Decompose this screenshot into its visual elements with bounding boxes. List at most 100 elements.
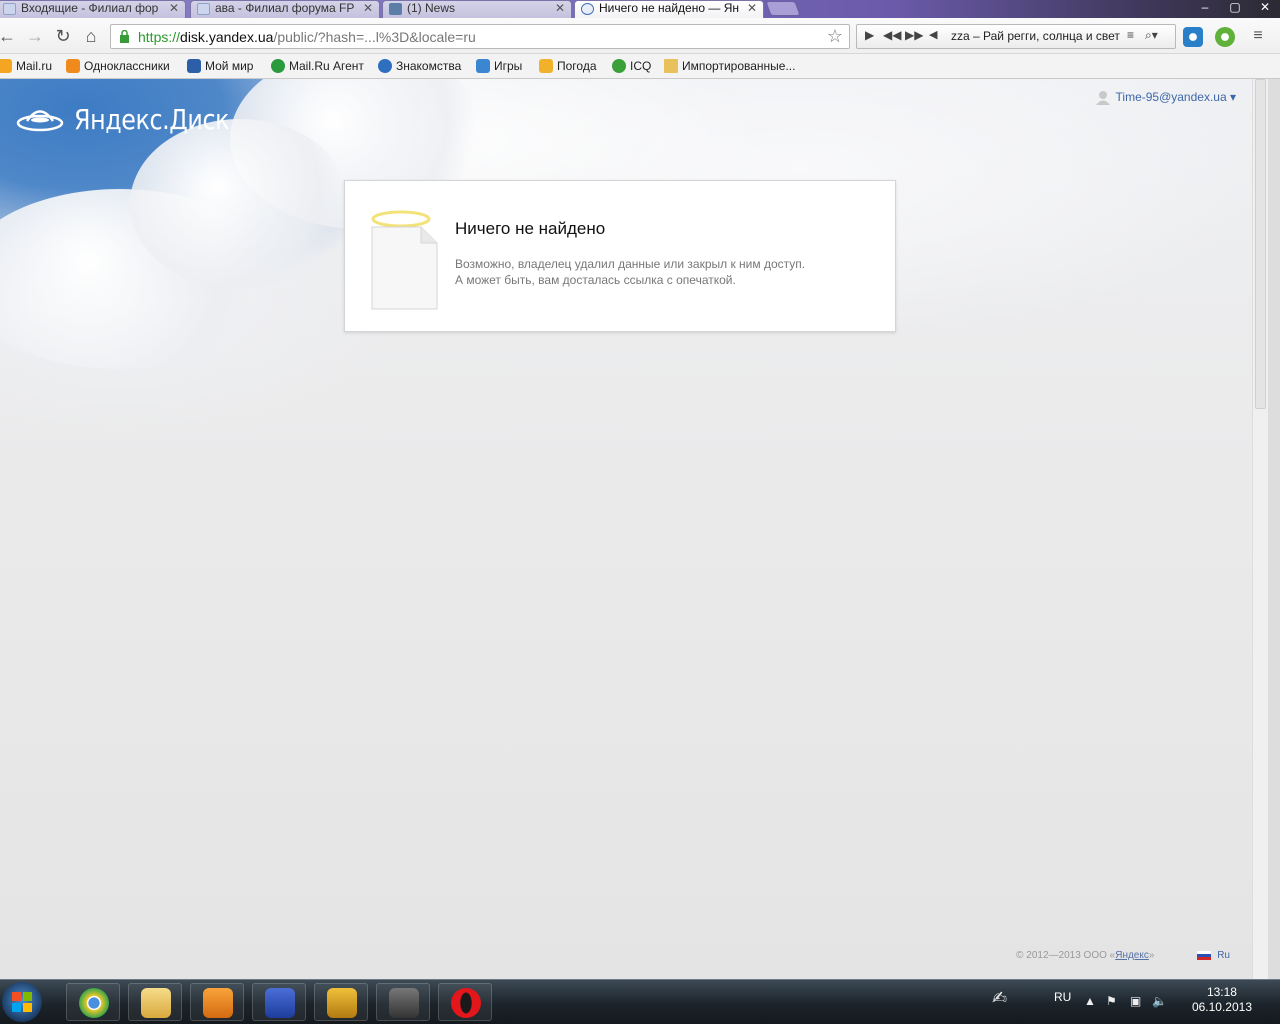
bookmark-igry[interactable]: Игры bbox=[476, 57, 522, 75]
windows-logo-icon bbox=[12, 992, 32, 1012]
bookmark-icq[interactable]: ICQ bbox=[612, 57, 651, 75]
action-center-flag-icon[interactable]: ⚑ bbox=[1106, 994, 1117, 1008]
chrome-menu-icon[interactable]: ≡ bbox=[1247, 26, 1269, 48]
mailru-icon bbox=[0, 59, 12, 73]
forum-favicon-icon bbox=[197, 3, 210, 15]
playlist-menu-icon[interactable]: ≡ bbox=[1127, 28, 1134, 42]
system-tray: ✍ RU ▲ ⚑ ▣ 🔈 13:18 06.10.2013 bbox=[980, 980, 1280, 1024]
maximize-icon[interactable]: ▢ bbox=[1220, 0, 1250, 18]
message-line: А может быть, вам досталась ссылка с опе… bbox=[455, 273, 736, 287]
bookmark-star-icon[interactable]: ☆ bbox=[827, 26, 843, 47]
user-avatar-icon bbox=[1095, 91, 1110, 105]
bookmark-znakomstva[interactable]: Знакомства bbox=[378, 57, 461, 75]
taskbar-winamp[interactable] bbox=[314, 983, 368, 1021]
chrome-icon bbox=[79, 988, 109, 1018]
not-found-card: Ничего не найдено Возможно, владелец уда… bbox=[344, 180, 896, 332]
floppy-disk-icon bbox=[265, 988, 295, 1018]
taskbar-opera[interactable] bbox=[438, 983, 492, 1021]
browser-toolbar: ← → ↻ ⌂ https://disk.yandex.ua/public/?h… bbox=[0, 18, 1280, 54]
lightning-icon bbox=[327, 988, 357, 1018]
address-bar[interactable]: https://disk.yandex.ua/public/?hash=...l… bbox=[110, 24, 850, 49]
music-player-widget: ▶ ◀◀ ▶▶ ◀ zza – Рай регги, солнца и свет… bbox=[856, 24, 1176, 49]
tab-close-icon[interactable]: ✕ bbox=[747, 1, 757, 16]
yandex-disk-logo[interactable]: Яндекс.Диск bbox=[16, 99, 256, 139]
url-text: https://disk.yandex.ua/public/?hash=...l… bbox=[138, 29, 476, 45]
bookmark-folder-imported[interactable]: Импортированные... bbox=[664, 57, 795, 75]
taskbar-chrome[interactable] bbox=[66, 983, 120, 1021]
tab-close-icon[interactable]: ✕ bbox=[363, 1, 373, 16]
tab-forum[interactable]: ава - Филиал форума FP ✕ bbox=[190, 0, 380, 18]
user-email: Time-95@yandex.ua ▾ bbox=[1115, 90, 1236, 104]
at-icon bbox=[378, 59, 392, 73]
taskbar-clock[interactable]: 13:18 06.10.2013 bbox=[1192, 985, 1252, 1015]
taskbar-media-player[interactable] bbox=[190, 983, 244, 1021]
new-tab-button[interactable] bbox=[765, 1, 801, 16]
weather-icon bbox=[539, 59, 553, 73]
extension-icon[interactable] bbox=[1215, 27, 1235, 47]
scrollbar-thumb[interactable] bbox=[1255, 79, 1266, 409]
minimize-icon[interactable]: – bbox=[1190, 0, 1220, 18]
bookmark-moimir[interactable]: Мой мир bbox=[187, 57, 253, 75]
previous-track-icon[interactable]: ◀◀ bbox=[883, 28, 901, 42]
tab-title: Входящие - Филиал фор bbox=[21, 1, 159, 15]
tab-vk-news[interactable]: (1) News ✕ bbox=[382, 0, 572, 18]
bookmark-label: Импортированные... bbox=[682, 59, 796, 73]
language-switcher[interactable]: Ru bbox=[1197, 950, 1230, 961]
bookmark-label: Знакомства bbox=[396, 59, 462, 73]
bookmark-mailru[interactable]: Mail.ru bbox=[0, 57, 52, 75]
home-icon[interactable]: ⌂ bbox=[80, 26, 102, 48]
taskbar-world-of-tanks[interactable] bbox=[376, 983, 430, 1021]
tab-title: ава - Филиал форума FP bbox=[215, 1, 355, 15]
close-window-icon[interactable]: ✕ bbox=[1250, 0, 1280, 18]
show-hidden-icons-icon[interactable]: ▲ bbox=[1084, 994, 1096, 1008]
copyright-text-end: » bbox=[1148, 950, 1155, 961]
bookmark-label: Mail.Ru Агент bbox=[289, 59, 364, 73]
bookmark-mailru-agent[interactable]: Mail.Ru Агент bbox=[271, 57, 364, 75]
start-button[interactable] bbox=[2, 982, 42, 1022]
footer: © 2012—2013 ООО «Яндекс» Ru bbox=[1016, 950, 1230, 961]
next-track-icon[interactable]: ▶▶ bbox=[905, 28, 923, 42]
mail-agent-extension-icon[interactable] bbox=[1183, 27, 1203, 47]
tab-yandex-disk[interactable]: Ничего не найдено — Ян ✕ bbox=[574, 0, 764, 18]
player-search-icon[interactable]: ⌕▾ bbox=[1145, 28, 1158, 43]
vertical-scrollbar[interactable] bbox=[1252, 79, 1268, 979]
tab-inbox[interactable]: Входящие - Филиал фор ✕ bbox=[0, 0, 186, 18]
ufo-logo-icon bbox=[16, 110, 64, 132]
tab-close-icon[interactable]: ✕ bbox=[555, 1, 565, 16]
not-found-message: Возможно, владелец удалил данные или зак… bbox=[455, 256, 805, 288]
input-language[interactable]: RU bbox=[1054, 990, 1071, 1004]
media-player-icon bbox=[203, 988, 233, 1018]
handwriting-app-icon[interactable]: ✍ bbox=[992, 988, 1007, 1009]
user-menu[interactable]: Time-95@yandex.ua ▾ bbox=[1095, 90, 1236, 105]
network-icon[interactable]: ▣ bbox=[1130, 994, 1141, 1008]
tab-close-icon[interactable]: ✕ bbox=[169, 1, 179, 16]
forward-icon[interactable]: → bbox=[24, 26, 46, 48]
lock-icon bbox=[120, 30, 129, 43]
yandex-disk-favicon-icon bbox=[581, 3, 594, 15]
tab-strip: Входящие - Филиал фор ✕ ава - Филиал фор… bbox=[0, 0, 1280, 18]
url-scheme: https:// bbox=[138, 29, 181, 45]
back-icon[interactable]: ← bbox=[0, 26, 18, 48]
volume-icon[interactable]: 🔈 bbox=[1152, 994, 1167, 1008]
message-line: Возможно, владелец удалил данные или зак… bbox=[455, 257, 806, 271]
play-icon[interactable]: ▶ bbox=[865, 28, 874, 42]
bookmark-label: ICQ bbox=[630, 59, 652, 73]
taskbar-save-app[interactable] bbox=[252, 983, 306, 1021]
reload-icon[interactable]: ↻ bbox=[52, 26, 74, 48]
yandex-company-link[interactable]: Яндекс bbox=[1115, 950, 1149, 961]
windows-taskbar: ✍ RU ▲ ⚑ ▣ 🔈 13:18 06.10.2013 bbox=[0, 979, 1280, 1024]
bookmark-label: Погода bbox=[557, 59, 597, 73]
yandex-disk-page: Яндекс.Диск Time-95@yandex.ua ▾ Ничего н… bbox=[0, 79, 1252, 979]
page-title: Ничего не найдено bbox=[455, 219, 606, 238]
odnoklassniki-icon bbox=[66, 59, 80, 73]
bookmark-label: Мой мир bbox=[205, 59, 254, 73]
language-label: Ru bbox=[1217, 950, 1230, 961]
bookmark-pogoda[interactable]: Погода bbox=[539, 57, 597, 75]
bookmarks-bar: Mail.ru Одноклассники Мой мир Mail.Ru Аг… bbox=[0, 54, 1280, 79]
volume-icon[interactable]: ◀ bbox=[929, 28, 937, 41]
folder-icon bbox=[664, 59, 678, 73]
vk-favicon-icon bbox=[389, 3, 402, 15]
taskbar-explorer[interactable] bbox=[128, 983, 182, 1021]
bookmark-label: Одноклассники bbox=[84, 59, 170, 73]
bookmark-odnoklassniki[interactable]: Одноклассники bbox=[66, 57, 170, 75]
